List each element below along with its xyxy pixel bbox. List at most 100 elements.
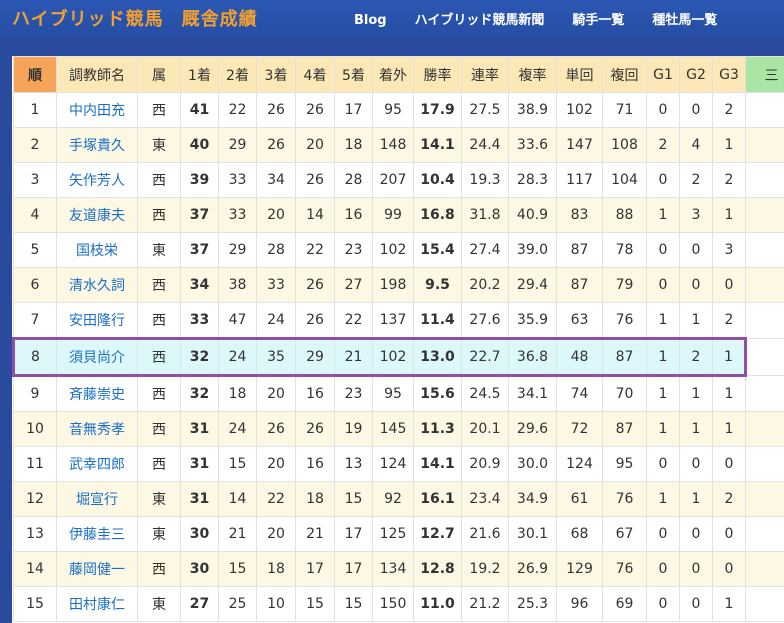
cell-fifth: 28 [334, 162, 373, 198]
column-header-second[interactable]: 2着 [218, 56, 257, 93]
cell-g3: 1 [712, 411, 746, 447]
cell-extra [745, 446, 784, 482]
cell-win-rate: 11.3 [413, 411, 462, 447]
column-header-affiliation[interactable]: 属 [137, 56, 181, 93]
trainer-name-link[interactable]: 藤岡健一 [69, 562, 125, 578]
cell-g2: 0 [679, 551, 713, 587]
column-header-fourth[interactable]: 4着 [295, 56, 335, 93]
cell-g1: 1 [646, 197, 680, 233]
cell-win-return: 63 [556, 302, 603, 339]
cell-fourth: 18 [295, 481, 335, 517]
cell-show-rate: 33.6 [508, 127, 557, 163]
cell-g1: 1 [646, 337, 680, 377]
cell-g1: 0 [646, 232, 680, 268]
trainer-name-link[interactable]: 斉藤崇史 [69, 387, 125, 403]
cell-place-rate: 27.6 [461, 302, 509, 339]
cell-first: 37 [180, 232, 219, 268]
cell-show-rate: 34.9 [508, 481, 557, 517]
page-name: 厩舎成績 [181, 9, 258, 30]
column-header-trainer-name[interactable]: 調教師名 [56, 56, 138, 93]
cell-first: 31 [180, 446, 219, 482]
trainer-stats-table-container[interactable]: 順調教師名属 1着 2着 3着 4着 5着 着外 勝率 連率 複率 単回 複回 G1 G2 G3 三 1 中内田… [12, 56, 784, 623]
column-header-g2[interactable]: G2 [679, 56, 713, 93]
table-row: 14 藤岡健一西 30 15 18 17 17 134 12.8 19.2 26.9 129 76 0 0 0 [13, 551, 784, 587]
column-header-extra[interactable]: 三 [745, 56, 784, 93]
cell-second: 18 [218, 375, 257, 412]
cell-win-rate: 11.0 [413, 586, 462, 622]
column-header-show-return[interactable]: 複回 [602, 56, 647, 93]
nav-link-sires[interactable]: 種牡馬一覧 [652, 13, 717, 28]
cell-second: 22 [218, 92, 257, 128]
trainer-name-link[interactable]: 友道康夫 [69, 208, 125, 224]
cell-show-return: 70 [602, 375, 647, 412]
cell-win-return: 48 [556, 337, 603, 377]
nav-link-jockeys[interactable]: 騎手一覧 [572, 13, 624, 28]
table-row: 11 武幸四郎西 31 15 20 16 13 124 14.1 20.9 30.0 124 95 0 0 0 [13, 446, 784, 482]
column-header-g3[interactable]: G3 [712, 56, 746, 93]
trainer-name-link[interactable]: 須貝尚介 [69, 350, 125, 366]
trainer-name-link[interactable]: 国枝栄 [76, 243, 118, 259]
cell-g1: 1 [646, 411, 680, 447]
site-title[interactable]: ハイブリッド競馬 厩舎成績 [12, 5, 258, 31]
cell-second: 24 [218, 411, 257, 447]
cell-g1: 2 [646, 127, 680, 163]
cell-out: 102 [372, 337, 414, 377]
cell-win-rate: 17.9 [413, 92, 462, 128]
cell-g2: 1 [679, 411, 713, 447]
cell-first: 32 [180, 375, 219, 412]
column-header-third[interactable]: 3着 [256, 56, 296, 93]
trainer-name-link[interactable]: 伊藤圭三 [69, 527, 125, 543]
cell-third: 28 [256, 232, 296, 268]
cell-affiliation: 西 [137, 92, 181, 128]
column-header-place-rate[interactable]: 連率 [461, 56, 509, 93]
column-header-rank[interactable]: 順 [13, 56, 57, 93]
cell-g1: 0 [646, 516, 680, 552]
cell-second: 29 [218, 127, 257, 163]
cell-show-rate: 36.8 [508, 337, 557, 377]
cell-show-return: 71 [602, 92, 647, 128]
column-header-show-rate[interactable]: 複率 [508, 56, 557, 93]
nav-link-blog[interactable]: Blog [354, 13, 387, 28]
cell-win-return: 96 [556, 586, 603, 622]
cell-affiliation: 西 [137, 411, 181, 447]
cell-second: 15 [218, 446, 257, 482]
column-header-out[interactable]: 着外 [372, 56, 414, 93]
cell-third: 35 [256, 337, 296, 377]
trainer-name-link[interactable]: 堀宣行 [76, 492, 118, 508]
cell-fifth: 15 [334, 586, 373, 622]
cell-trainer-name: 手塚貴久 [56, 127, 138, 163]
cell-third: 34 [256, 162, 296, 198]
cell-extra [745, 338, 784, 376]
cell-show-return: 76 [602, 481, 647, 517]
column-header-first[interactable]: 1着 [180, 56, 219, 93]
cell-win-rate: 12.7 [413, 516, 462, 552]
cell-g1: 0 [646, 446, 680, 482]
cell-trainer-name: 藤岡健一 [56, 551, 138, 587]
column-header-g1[interactable]: G1 [646, 56, 680, 93]
trainer-name-link[interactable]: 中内田充 [69, 103, 125, 119]
trainer-name-link[interactable]: 矢作芳人 [69, 173, 125, 189]
trainer-name-link[interactable]: 安田隆行 [69, 313, 125, 329]
cell-first: 27 [180, 586, 219, 622]
cell-show-return: 88 [602, 197, 647, 233]
column-header-win-rate[interactable]: 勝率 [413, 56, 462, 93]
cell-place-rate: 23.4 [461, 481, 509, 517]
cell-g3: 2 [712, 162, 746, 198]
trainer-name-link[interactable]: 音無秀孝 [69, 422, 125, 438]
trainer-name-link[interactable]: 清水久詞 [69, 278, 125, 294]
cell-show-rate: 30.1 [508, 516, 557, 552]
cell-rank: 7 [13, 302, 57, 339]
nav-link-newspaper[interactable]: ハイブリッド競馬新聞 [415, 13, 545, 28]
trainer-name-link[interactable]: 手塚貴久 [69, 138, 125, 154]
cell-affiliation: 西 [137, 302, 181, 339]
column-header-win-return[interactable]: 単回 [556, 56, 603, 93]
trainer-name-link[interactable]: 田村康仁 [69, 597, 125, 613]
cell-win-return: 102 [556, 92, 603, 128]
trainer-name-link[interactable]: 武幸四郎 [69, 457, 125, 473]
cell-g1: 0 [646, 267, 680, 303]
cell-win-return: 87 [556, 232, 603, 268]
cell-rank: 2 [13, 127, 57, 163]
column-header-fifth[interactable]: 5着 [334, 56, 373, 93]
cell-rank: 11 [13, 446, 57, 482]
cell-fifth: 17 [334, 516, 373, 552]
